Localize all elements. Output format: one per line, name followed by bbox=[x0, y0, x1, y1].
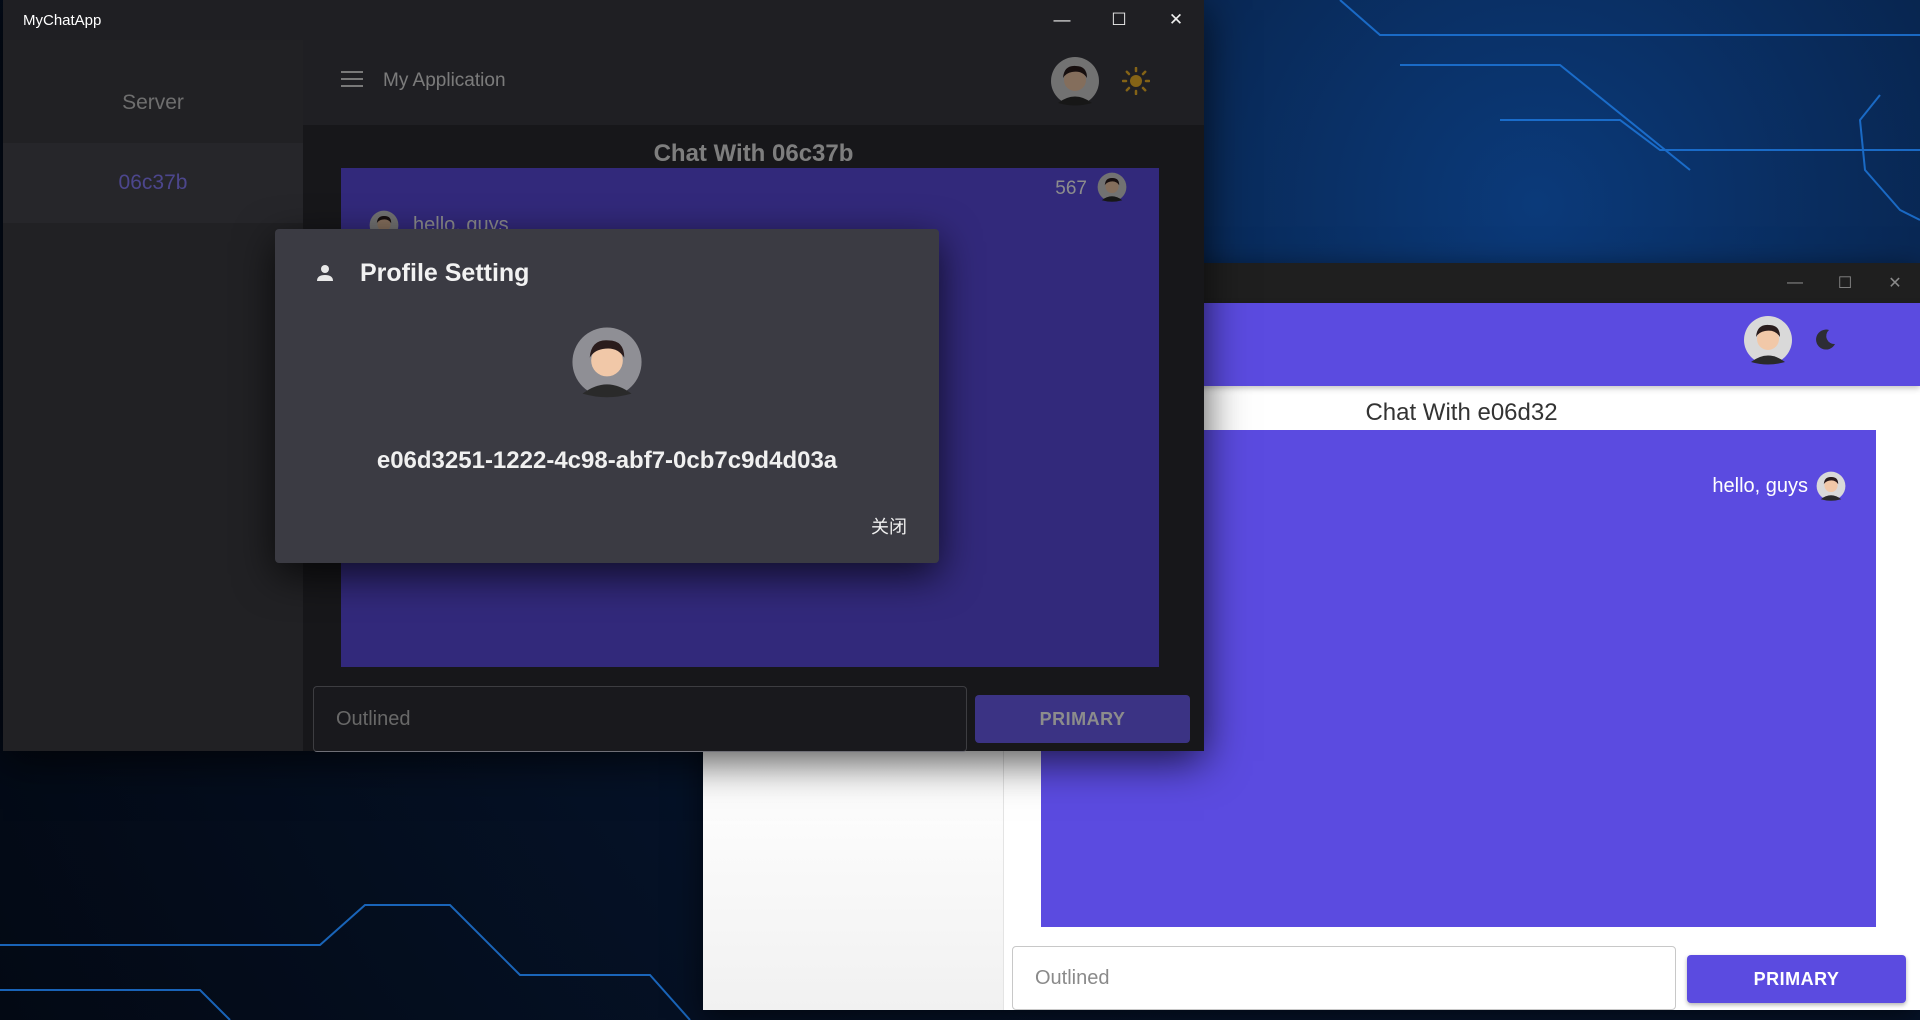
dialog-title: Profile Setting bbox=[360, 259, 530, 287]
message-input[interactable]: Outlined bbox=[1012, 946, 1676, 1010]
window-titlebar: MyChatApp — ☐ ✕ bbox=[3, 0, 1204, 40]
message-text: hello, guys bbox=[1712, 474, 1808, 497]
message-avatar bbox=[1816, 471, 1846, 501]
primary-button[interactable]: PRIMARY bbox=[1687, 955, 1906, 1003]
main-chat-window: MyChatApp — ☐ ✕ Server 06c37b My Applica… bbox=[3, 0, 1204, 752]
close-button[interactable]: ✕ bbox=[1148, 0, 1204, 40]
avatar[interactable] bbox=[1743, 315, 1793, 365]
window-title: MyChatApp bbox=[23, 12, 102, 29]
moon-icon[interactable] bbox=[1812, 327, 1838, 353]
maximize-button[interactable]: ☐ bbox=[1091, 0, 1147, 40]
profile-setting-dialog: Profile Setting e06d3251-1222-4c98-abf7-… bbox=[275, 229, 939, 563]
minimize-button[interactable]: — bbox=[1034, 0, 1090, 40]
maximize-button[interactable]: ☐ bbox=[1820, 263, 1870, 303]
message: hello, guys bbox=[1712, 471, 1846, 501]
user-id: e06d3251-1222-4c98-abf7-0cb7c9d4d03a bbox=[376, 447, 838, 474]
close-button[interactable]: 关闭 bbox=[871, 513, 907, 539]
close-button[interactable]: ✕ bbox=[1870, 263, 1920, 303]
profile-avatar[interactable] bbox=[571, 326, 643, 398]
person-icon bbox=[317, 265, 333, 281]
minimize-button[interactable]: — bbox=[1770, 263, 1820, 303]
